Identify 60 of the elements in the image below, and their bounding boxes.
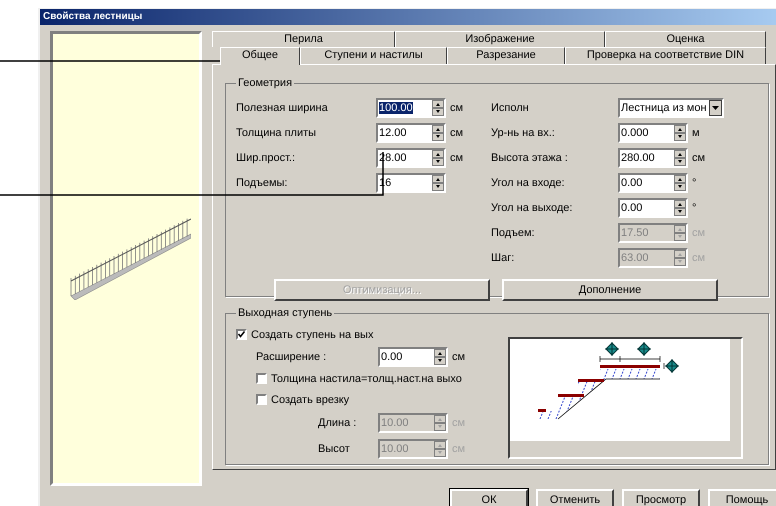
spin-field[interactable]: 0.000 xyxy=(618,122,688,142)
field-label: Угол на выходе: xyxy=(491,202,574,214)
checkbox-label[interactable]: Толщина настила=толщ.наст.на выхо xyxy=(271,372,462,384)
tab[interactable]: Изображение xyxy=(395,31,605,47)
unit-label: см xyxy=(450,152,464,164)
field-label: Полезная ширина xyxy=(236,102,329,114)
spinner-icon[interactable] xyxy=(432,124,444,140)
spinner-icon[interactable] xyxy=(674,150,686,166)
tab[interactable]: Разрезание xyxy=(447,47,565,64)
field-label: Толщина плиты xyxy=(236,126,318,138)
tab[interactable]: Общее xyxy=(220,47,300,65)
spin-field[interactable]: 100.00 xyxy=(376,98,446,118)
spinner-icon[interactable] xyxy=(674,124,686,140)
unit-label: см xyxy=(450,126,464,138)
spinner-icon[interactable] xyxy=(432,150,444,166)
checkbox[interactable] xyxy=(256,373,267,384)
spinner-icon[interactable] xyxy=(674,200,686,216)
action-button[interactable]: Дополнение xyxy=(502,279,718,301)
checkbox[interactable] xyxy=(236,329,247,340)
dialog-button[interactable]: ОК xyxy=(450,489,528,506)
field-label: Подъемы: xyxy=(236,176,288,188)
field-label: Высота этажа : xyxy=(491,152,569,164)
dialog-button[interactable]: Просмотр xyxy=(622,489,700,506)
spin-field[interactable]: 280.00 xyxy=(618,148,688,168)
spinner-icon[interactable] xyxy=(434,348,446,364)
field-label: Подъем: xyxy=(491,226,536,238)
spinner-icon[interactable] xyxy=(432,100,444,116)
spin-field[interactable]: 0.00 xyxy=(378,346,448,366)
unit-label: см xyxy=(452,350,466,362)
unit-label: ° xyxy=(692,176,696,188)
unit-label: см xyxy=(692,152,706,164)
tab[interactable]: Перила xyxy=(212,31,395,47)
field-label: Высот xyxy=(318,443,351,455)
tab[interactable]: Проверка на соответствие DIN xyxy=(565,47,766,64)
spinner-icon[interactable] xyxy=(674,174,686,190)
field-label: Угол на входе: xyxy=(491,176,566,188)
dialog-button[interactable]: Отменить xyxy=(536,489,614,506)
checkbox-label[interactable]: Создать ступень на вых xyxy=(251,328,374,340)
spin-field[interactable]: 12.00 xyxy=(376,122,446,142)
tab[interactable]: Оценка xyxy=(605,31,766,47)
dropdown[interactable]: Лестница из мон xyxy=(618,98,724,118)
field-label: Расширение : xyxy=(256,350,328,362)
tab[interactable]: Ступени и настилы xyxy=(300,47,447,64)
spin-field[interactable]: 0.00 xyxy=(618,198,688,218)
field-label: Исполн xyxy=(491,102,530,114)
field-label: Шир.прост.: xyxy=(236,152,296,164)
window-title: Свойства лестницы xyxy=(40,9,776,25)
dialog-button[interactable]: Помощь xyxy=(708,489,776,506)
field-label: Ур-нь на вх.: xyxy=(491,126,556,138)
unit-label: ° xyxy=(692,202,696,214)
field-label: Длина : xyxy=(318,417,358,429)
group-title: Геометрия xyxy=(237,77,294,89)
checkbox-label[interactable]: Создать врезку xyxy=(271,394,350,406)
group-title: Выходная ступень xyxy=(237,307,334,319)
spin-field[interactable]: 0.00 xyxy=(618,172,688,192)
field-label: Шаг: xyxy=(491,252,516,264)
unit-label: см xyxy=(450,102,464,114)
spinner-icon[interactable] xyxy=(432,174,444,190)
unit-label: м xyxy=(692,126,700,138)
checkbox[interactable] xyxy=(256,394,267,405)
